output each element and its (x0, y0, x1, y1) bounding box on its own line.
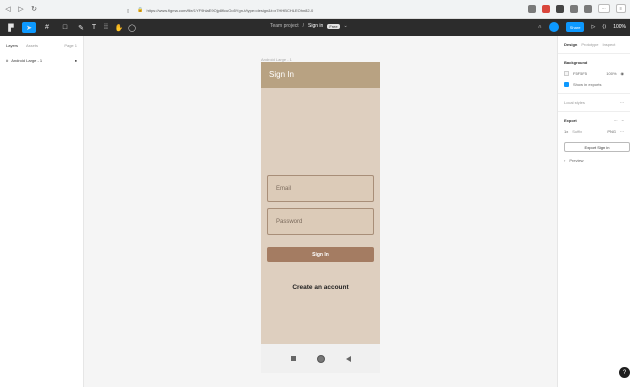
recents-icon[interactable] (290, 356, 296, 361)
app-bar: Sign In (261, 62, 380, 88)
extension-icon[interactable] (541, 4, 550, 13)
eye-icon[interactable]: ◉ (621, 71, 625, 76)
headphones-icon[interactable]: ∩ (538, 24, 542, 30)
sidebar-icon[interactable] (583, 4, 592, 13)
share-page-icon[interactable] (527, 4, 536, 13)
lock-icon: 🔒 (137, 7, 144, 13)
separator-icon: / (302, 23, 305, 29)
export-suffix[interactable]: Suffix (572, 129, 582, 134)
browser-actions: ··· ≡ (527, 4, 626, 13)
lock-icon[interactable]: ● (75, 58, 77, 63)
move-tool-icon[interactable]: ➤ (22, 22, 36, 33)
url-text: https://www.figma.com/file/1YF9hlaE9Ojp8… (146, 7, 314, 13)
panel-tabs: Design Prototype Inspect (558, 36, 630, 54)
browser-bar: ◁ ▷ ↻ ▯ 🔒 https://www.figma.com/file/1YF… (0, 0, 630, 19)
chevron-down-icon: ⌄ (343, 23, 348, 29)
remove-icon[interactable]: − (622, 118, 624, 123)
email-field[interactable]: Email (267, 175, 374, 202)
panel-tabs: Layers Assets Page 1 (0, 36, 83, 55)
tab-design[interactable]: Design (564, 42, 577, 47)
password-field[interactable]: Password (267, 208, 374, 235)
shape-tool-icon[interactable]: □ (58, 22, 72, 33)
layer-label: Android Large - 1 (11, 57, 43, 63)
extension-icon[interactable] (555, 4, 564, 13)
file-name: Sign in (308, 23, 324, 29)
tab-layers[interactable]: Layers (6, 43, 18, 48)
frame-icon: # (6, 57, 9, 63)
layer-item[interactable]: # Android Large - 1 ● (0, 55, 83, 65)
sign-in-button[interactable]: Sign In (267, 247, 374, 262)
back-icon[interactable]: ◁ (3, 4, 13, 14)
export-section: Export ⋯ − 1x Suffix PNG ⋯ Export Sign i… (558, 112, 630, 169)
share-button[interactable]: Share (565, 22, 585, 32)
design-panel: Design Prototype Inspect Background F5F5… (557, 36, 630, 387)
toolbar-right: ∩ Share ▷ ⟨⟩ 100% (538, 22, 626, 32)
local-styles-section: Local styles ⋯ (558, 94, 630, 112)
frame-tool-icon[interactable]: # (40, 22, 54, 33)
background-hex[interactable]: F5F5F5 (573, 71, 587, 76)
more-icon[interactable]: ⋯ (620, 129, 624, 134)
export-options-icon[interactable]: ⋯ (614, 118, 618, 123)
page-icon: ▯ (127, 7, 130, 13)
chevron-right-icon: › (564, 158, 566, 163)
tab-prototype[interactable]: Prototype (581, 42, 598, 47)
back-nav-icon[interactable] (345, 355, 351, 362)
background-title: Background (564, 60, 588, 65)
main-menu-icon[interactable]: ▛ (4, 22, 18, 33)
avatar[interactable] (548, 22, 559, 32)
present-icon[interactable]: ▷ (591, 24, 595, 30)
dev-mode-icon[interactable]: ⟨⟩ (602, 24, 606, 30)
page-selector[interactable]: Page 1 (64, 43, 77, 48)
create-account-link[interactable]: Create an account (261, 284, 380, 291)
tab-inspect[interactable]: Inspect (602, 42, 615, 47)
puzzle-icon[interactable] (569, 4, 578, 13)
show-in-exports-label: Show in exports (573, 82, 602, 87)
tab-assets[interactable]: Assets (26, 43, 38, 48)
hand-tool-icon[interactable]: ✋ (114, 22, 124, 33)
checkbox-icon[interactable] (564, 82, 569, 87)
text-tool-icon[interactable]: T (89, 22, 99, 33)
profile-button[interactable]: ··· (597, 4, 610, 13)
help-button[interactable]: ? (619, 367, 630, 378)
export-format[interactable]: PNG (607, 129, 616, 134)
layers-panel: Layers Assets Page 1 # Android Large - 1… (0, 36, 84, 387)
local-styles-label: Local styles (564, 100, 585, 105)
background-opacity[interactable]: 100% (606, 71, 616, 76)
resources-icon[interactable]: ⁞⁞ (101, 22, 111, 33)
screen-title: Sign In (269, 70, 294, 79)
forward-icon[interactable]: ▷ (16, 4, 26, 14)
comment-tool-icon[interactable]: ◯ (127, 22, 137, 33)
styles-icon[interactable]: ⋯ (620, 100, 624, 105)
address-bar[interactable]: ▯ 🔒 https://www.figma.com/file/1YF9hlaE9… (127, 5, 497, 15)
android-frame[interactable]: Sign In Email Password Sign In Create an… (261, 62, 380, 373)
color-swatch[interactable] (564, 71, 569, 76)
preview-toggle[interactable]: Preview (569, 158, 583, 163)
home-icon[interactable] (316, 354, 325, 363)
export-scale[interactable]: 1x (564, 129, 568, 134)
android-nav-bar (261, 344, 380, 373)
export-button[interactable]: Export Sign in (564, 142, 630, 152)
file-title[interactable]: Team project / Sign in Free ⌄ (270, 23, 348, 29)
reload-icon[interactable]: ↻ (29, 4, 39, 14)
background-section: Background F5F5F5 100% ◉ Show in exports (558, 54, 630, 94)
menu-button[interactable]: ≡ (615, 4, 626, 13)
export-title: Export (564, 118, 577, 123)
pen-tool-icon[interactable]: ✎ (74, 22, 88, 33)
plan-badge: Free (327, 23, 340, 29)
zoom-level[interactable]: 100% (613, 24, 626, 30)
figma-toolbar: ▛ ➤ # □ ✎ T ⁞⁞ ✋ ◯ Team project / Sign i… (0, 19, 630, 36)
project-name: Team project (270, 23, 299, 29)
